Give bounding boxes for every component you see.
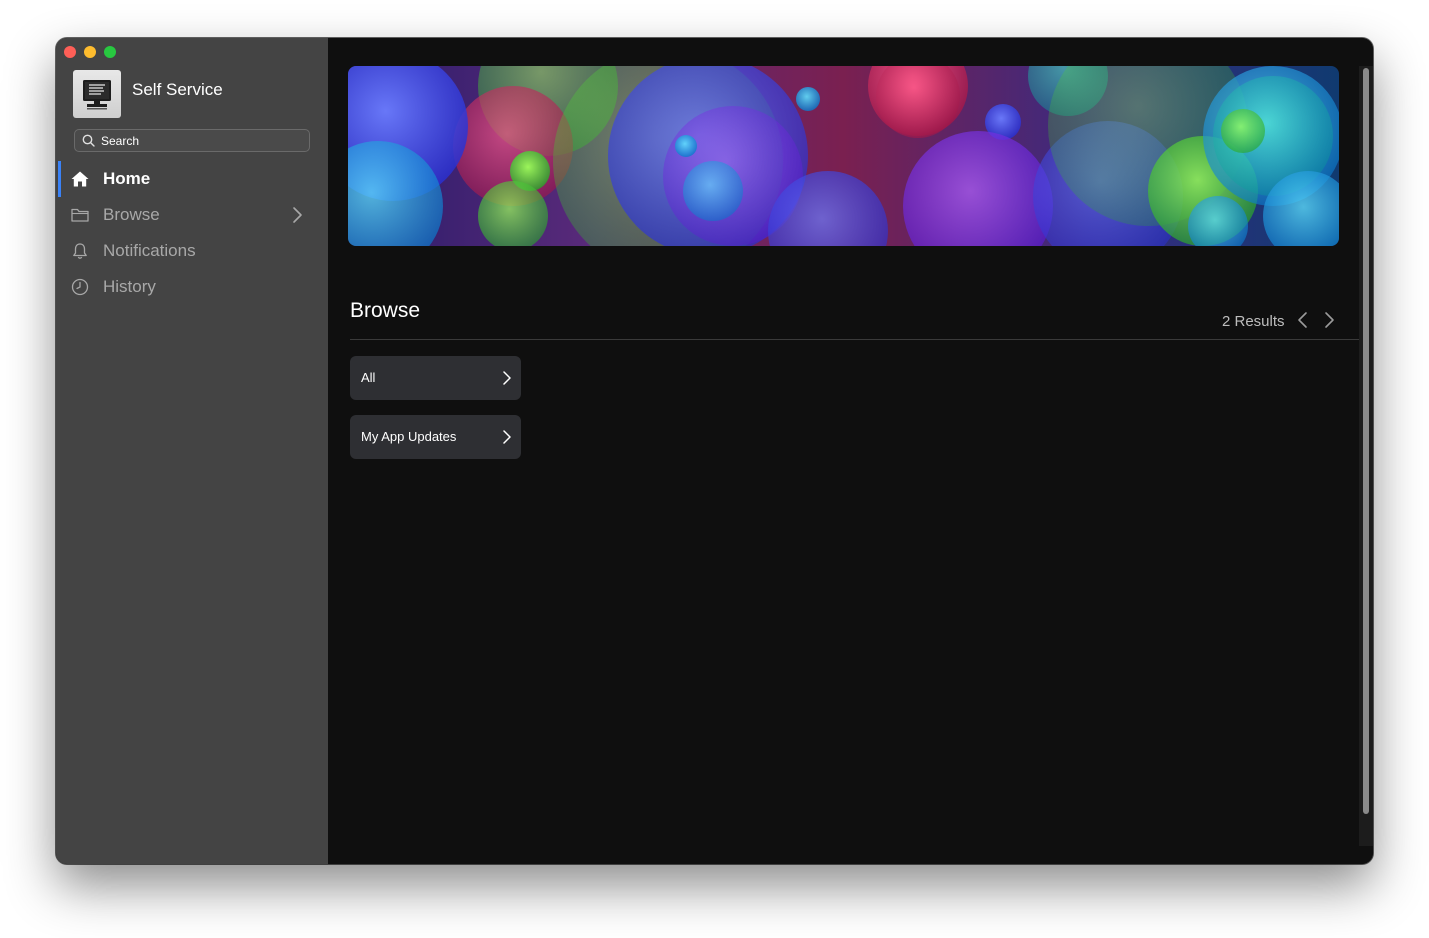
scrollbar-thumb[interactable] xyxy=(1363,68,1369,814)
chevron-left-icon[interactable] xyxy=(1296,311,1310,329)
sidebar-item-label: History xyxy=(103,277,156,296)
search-placeholder: Search xyxy=(101,134,140,148)
sidebar-item-home[interactable]: Home xyxy=(56,161,328,197)
sidebar-item-browse[interactable]: Browse xyxy=(56,197,328,233)
home-icon xyxy=(71,171,89,187)
section-divider xyxy=(350,339,1359,340)
category-card-my-app-updates[interactable]: My App Updates xyxy=(350,415,521,459)
sidebar-item-label: Browse xyxy=(103,205,160,224)
computer-monitor-icon xyxy=(73,70,121,118)
hero-banner xyxy=(348,66,1339,246)
chevron-right-icon[interactable] xyxy=(290,206,304,224)
folder-icon xyxy=(71,208,89,222)
app-title: Self Service xyxy=(132,80,223,99)
category-card-all[interactable]: All xyxy=(350,356,521,400)
main-content: Browse 2 Results All My App Updates xyxy=(328,38,1373,864)
category-card-label: All xyxy=(361,370,376,385)
search-field[interactable]: Search xyxy=(74,129,310,152)
category-card-label: My App Updates xyxy=(361,429,457,444)
bell-icon xyxy=(73,243,87,259)
sidebar-item-label: Home xyxy=(103,169,151,188)
app-window: Self Service Search Home Browse Notifica… xyxy=(56,38,1373,864)
sidebar-item-history[interactable]: History xyxy=(56,269,328,305)
search-icon xyxy=(82,134,95,147)
vertical-scrollbar[interactable] xyxy=(1359,66,1373,846)
zoom-window-button[interactable] xyxy=(104,46,116,58)
close-window-button[interactable] xyxy=(64,46,76,58)
chevron-right-icon xyxy=(503,371,511,385)
sidebar-item-notifications[interactable]: Notifications xyxy=(56,233,328,269)
active-indicator xyxy=(58,161,61,197)
clock-icon xyxy=(71,278,89,296)
results-count: 2 Results xyxy=(1222,313,1285,330)
chevron-right-icon[interactable] xyxy=(1322,311,1336,329)
section-title: Browse xyxy=(350,299,421,322)
sidebar-item-label: Notifications xyxy=(103,241,196,260)
sidebar: Self Service Search Home Browse Notifica… xyxy=(56,38,328,864)
chevron-right-icon xyxy=(503,430,511,444)
minimize-window-button[interactable] xyxy=(84,46,96,58)
